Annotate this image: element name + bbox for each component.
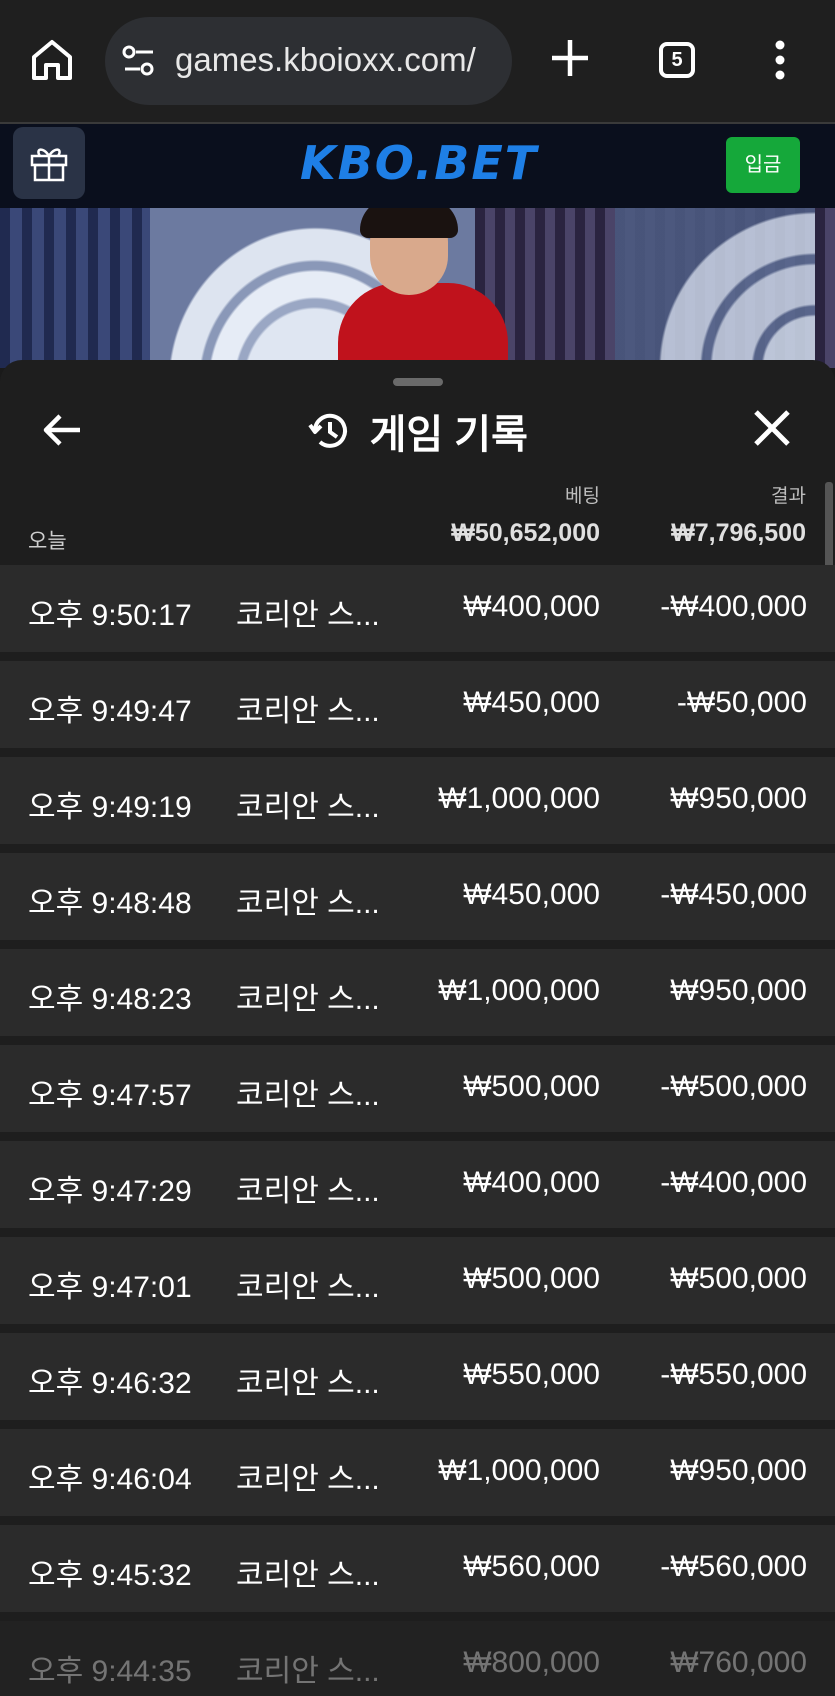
- deposit-button[interactable]: 입금: [726, 137, 800, 193]
- row-result-amount: -₩500,000: [660, 1070, 807, 1103]
- row-time: 오후 9:49:19: [28, 791, 192, 824]
- home-icon[interactable]: [28, 36, 76, 84]
- history-row[interactable]: 오후 9:50:17 코리안 스... ₩400,000 -₩400,000: [0, 565, 835, 652]
- close-icon[interactable]: [752, 408, 792, 448]
- history-row[interactable]: 오후 9:44:35 코리안 스... ₩800,000 ₩760,000: [0, 1621, 835, 1696]
- row-result-amount: -₩450,000: [660, 878, 807, 911]
- row-game-name: 코리안 스...: [236, 791, 380, 824]
- summary-header: 베팅 결과 오늘 ₩50,652,000 ₩7,796,500: [0, 475, 835, 555]
- history-row[interactable]: 오후 9:47:01 코리안 스... ₩500,000 ₩500,000: [0, 1237, 835, 1324]
- row-time: 오후 9:45:32: [28, 1559, 192, 1592]
- row-game-name: 코리안 스...: [236, 1175, 380, 1208]
- scrollbar[interactable]: [825, 482, 833, 572]
- row-time: 오후 9:46:04: [28, 1463, 192, 1496]
- row-bet-amount: ₩400,000: [463, 590, 600, 623]
- row-bet-amount: ₩1,000,000: [438, 1454, 600, 1487]
- game-history-sheet: 게임 기록 베팅 결과 오늘 ₩50,652,000 ₩7,796,500 오후…: [0, 360, 835, 1696]
- history-row[interactable]: 오후 9:47:57 코리안 스... ₩500,000 -₩500,000: [0, 1045, 835, 1132]
- live-video: [0, 208, 835, 368]
- row-result-amount: -₩550,000: [660, 1358, 807, 1391]
- row-result-amount: ₩760,000: [670, 1646, 807, 1679]
- history-icon: [307, 409, 351, 453]
- row-time: 오후 9:50:17: [28, 599, 192, 632]
- bet-total: ₩50,652,000: [451, 519, 600, 547]
- row-bet-amount: ₩800,000: [463, 1646, 600, 1679]
- row-game-name: 코리안 스...: [236, 1463, 380, 1496]
- result-column-label: 결과: [771, 486, 806, 507]
- row-time: 오후 9:44:35: [28, 1655, 192, 1688]
- history-row[interactable]: 오후 9:49:19 코리안 스... ₩1,000,000 ₩950,000: [0, 757, 835, 844]
- row-bet-amount: ₩450,000: [463, 686, 600, 719]
- row-result-amount: -₩400,000: [660, 590, 807, 623]
- row-result-amount: ₩950,000: [670, 974, 807, 1007]
- row-bet-amount: ₩500,000: [463, 1262, 600, 1295]
- history-row[interactable]: 오후 9:47:29 코리안 스... ₩400,000 -₩400,000: [0, 1141, 835, 1228]
- row-bet-amount: ₩400,000: [463, 1166, 600, 1199]
- drag-handle[interactable]: [393, 378, 443, 386]
- history-list: 오후 9:50:17 코리안 스... ₩400,000 -₩400,000 오후 9:…: [0, 565, 835, 1696]
- row-time: 오후 9:48:23: [28, 983, 192, 1016]
- row-bet-amount: ₩1,000,000: [438, 974, 600, 1007]
- row-game-name: 코리안 스...: [236, 1079, 380, 1112]
- row-result-amount: -₩400,000: [660, 1166, 807, 1199]
- gift-icon: [30, 148, 68, 182]
- gift-button[interactable]: [13, 127, 85, 199]
- row-result-amount: ₩950,000: [670, 1454, 807, 1487]
- row-bet-amount: ₩450,000: [463, 878, 600, 911]
- more-vert-icon[interactable]: [774, 40, 786, 80]
- site-info-icon[interactable]: [121, 44, 157, 78]
- history-row[interactable]: 오후 9:46:04 코리안 스... ₩1,000,000 ₩950,000: [0, 1429, 835, 1516]
- row-game-name: 코리안 스...: [236, 695, 380, 728]
- row-time: 오후 9:47:57: [28, 1079, 192, 1112]
- row-bet-amount: ₩550,000: [463, 1358, 600, 1391]
- history-row[interactable]: 오후 9:48:23 코리안 스... ₩1,000,000 ₩950,000: [0, 949, 835, 1036]
- row-game-name: 코리안 스...: [236, 1655, 380, 1688]
- history-row[interactable]: 오후 9:46:32 코리안 스... ₩550,000 -₩550,000: [0, 1333, 835, 1420]
- row-game-name: 코리안 스...: [236, 983, 380, 1016]
- history-row[interactable]: 오후 9:48:48 코리안 스... ₩450,000 -₩450,000: [0, 853, 835, 940]
- sheet-title: 게임 기록: [369, 413, 528, 457]
- row-game-name: 코리안 스...: [236, 887, 380, 920]
- row-time: 오후 9:47:01: [28, 1271, 192, 1304]
- row-result-amount: ₩950,000: [670, 782, 807, 815]
- row-game-name: 코리안 스...: [236, 1367, 380, 1400]
- site-header: KBO.BET 입금: [0, 124, 835, 208]
- today-label: 오늘: [28, 530, 67, 553]
- row-game-name: 코리안 스...: [236, 1559, 380, 1592]
- row-time: 오후 9:48:48: [28, 887, 192, 920]
- site-logo[interactable]: KBO.BET: [300, 136, 538, 190]
- sheet-header: 게임 기록: [0, 402, 835, 462]
- bet-column-label: 베팅: [565, 486, 600, 507]
- row-game-name: 코리안 스...: [236, 599, 380, 632]
- row-result-amount: -₩50,000: [676, 686, 807, 719]
- row-bet-amount: ₩500,000: [463, 1070, 600, 1103]
- row-game-name: 코리안 스...: [236, 1271, 380, 1304]
- history-row[interactable]: 오후 9:45:32 코리안 스... ₩560,000 -₩560,000: [0, 1525, 835, 1612]
- browser-toolbar: games.kboioxx.com/ 5: [0, 0, 835, 124]
- row-time: 오후 9:49:47: [28, 695, 192, 728]
- row-result-amount: -₩560,000: [660, 1550, 807, 1583]
- result-total: ₩7,796,500: [671, 519, 806, 547]
- plus-icon[interactable]: [548, 36, 592, 80]
- address-bar[interactable]: games.kboioxx.com/: [105, 17, 512, 105]
- row-bet-amount: ₩560,000: [463, 1550, 600, 1583]
- row-time: 오후 9:47:29: [28, 1175, 192, 1208]
- row-bet-amount: ₩1,000,000: [438, 782, 600, 815]
- history-row[interactable]: 오후 9:49:47 코리안 스... ₩450,000 -₩50,000: [0, 661, 835, 748]
- row-time: 오후 9:46:32: [28, 1367, 192, 1400]
- tabs-icon[interactable]: 5: [659, 42, 695, 78]
- row-result-amount: ₩500,000: [670, 1262, 807, 1295]
- url-text: games.kboioxx.com/: [175, 41, 476, 78]
